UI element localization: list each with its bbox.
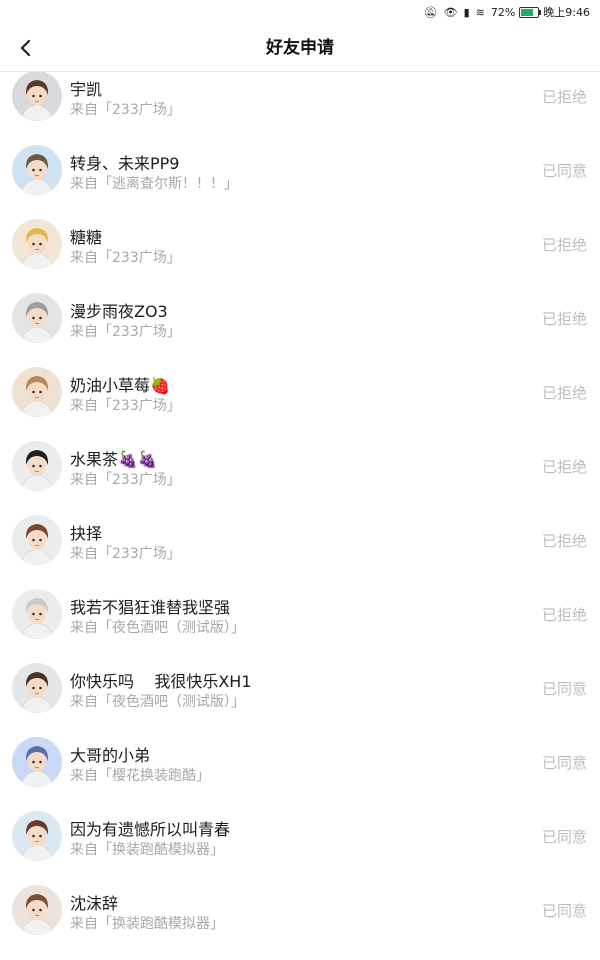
battery-percent: 72% <box>490 5 516 19</box>
request-source: 来自「樱花换装跑酷」 <box>70 768 210 784</box>
request-status: 已同意 <box>541 680 587 698</box>
request-source: 来自「换装跑酷模拟器」 <box>70 842 224 858</box>
requester-name: 大哥的小弟 <box>70 746 151 765</box>
avatar[interactable] <box>12 367 62 417</box>
request-status: 已同意 <box>541 162 587 180</box>
request-row[interactable]: 沈沫辞来自「换装跑酷模拟器」 已同意 <box>0 885 600 960</box>
avatar[interactable] <box>12 293 62 343</box>
status-bar: 🔕︎ 👁︎ ▮ ≋ 72% 晚上9:46 <box>0 0 600 24</box>
requester-name: 因为有遗憾所以叫青春 <box>70 820 231 839</box>
requester-name: 抉择 <box>70 524 103 543</box>
request-row[interactable]: 我若不猖狂谁替我坚强 来自「夜色酒吧（测试版）」 已拒绝 <box>0 589 600 664</box>
request-row[interactable]: 抉择来自「233广场」 已拒绝 <box>0 515 600 590</box>
requester-name: 奶油小草莓🍓 <box>70 376 170 395</box>
requester-name: 你快乐吗 我很快乐XH1 <box>70 672 252 691</box>
avatar[interactable] <box>12 737 62 787</box>
requester-name: 沈沫辞 <box>70 894 119 913</box>
request-status: 已拒绝 <box>541 532 587 550</box>
avatar[interactable] <box>12 515 62 565</box>
request-source: 来自「233广场」 <box>70 250 181 266</box>
requester-name: 我若不猖狂谁替我坚强 <box>70 598 231 617</box>
request-status: 已拒绝 <box>541 310 587 328</box>
request-status: 已拒绝 <box>541 606 587 624</box>
signal-icon: ▮ <box>463 5 470 19</box>
mute-icon: 🔕︎ <box>423 5 438 19</box>
request-source: 来自「233广场」 <box>70 102 181 118</box>
requester-name: 转身、未来PP9 <box>70 154 180 173</box>
request-source: 来自「233广场」 <box>70 472 181 488</box>
request-source: 来自「233广场」 <box>70 546 181 562</box>
avatar[interactable] <box>12 589 62 639</box>
request-source: 来自「逃离查尔斯！！！」 <box>70 176 238 192</box>
request-source: 来自「夜色酒吧（测试版）」 <box>70 620 245 636</box>
request-status: 已拒绝 <box>541 458 587 476</box>
request-row[interactable]: 漫步雨夜ZO3 来自「233广场」 已拒绝 <box>0 293 600 368</box>
battery-icon <box>519 6 542 18</box>
avatar[interactable] <box>12 219 62 269</box>
request-row[interactable]: 转身、未来PP9 来自「逃离查尔斯！！！」 已同意 <box>0 145 600 220</box>
avatar[interactable] <box>12 441 62 491</box>
requester-name: 水果茶🍇🍇 <box>70 450 158 469</box>
avatar[interactable] <box>12 811 62 861</box>
avatar[interactable] <box>12 885 62 935</box>
wifi-icon: ≋ <box>475 5 485 19</box>
avatar[interactable] <box>12 72 62 121</box>
request-row[interactable]: 宇凯来自「233广场」 已拒绝 <box>0 72 600 146</box>
clock: 晚上9:46 <box>543 6 590 19</box>
requester-name: 宇凯 <box>70 80 103 99</box>
request-status: 已拒绝 <box>541 236 587 254</box>
request-status: 已同意 <box>541 902 587 920</box>
requester-name: 漫步雨夜ZO3 <box>70 302 168 321</box>
requester-name: 糖糖 <box>70 228 103 247</box>
request-status: 已同意 <box>541 828 587 846</box>
request-row[interactable]: 因为有遗憾所以叫青春 来自「换装跑酷模拟器」 已同意 <box>0 811 600 886</box>
friend-request-list: 宇凯 来自「233广场」 已拒绝 转身、未来PP9 来自「逃离查尔斯！！！」 已同意 糖糖来… <box>0 72 600 960</box>
request-status: 已拒绝 <box>541 384 587 402</box>
eye-icon: 👁︎ <box>443 5 458 19</box>
header: 好友申请 <box>0 24 600 72</box>
request-source: 来自「233广场」 <box>70 324 181 340</box>
page-title: 好友申请 <box>266 38 334 58</box>
request-status: 已同意 <box>541 754 587 772</box>
request-source: 来自「233广场」 <box>70 398 181 414</box>
request-row[interactable]: 奶油小草莓🍓 来自「233广场」 已拒绝 <box>0 367 600 442</box>
request-row[interactable]: 水果茶🍇🍇 来自「233广场」 已拒绝 <box>0 441 600 516</box>
request-row[interactable]: 大哥的小弟来自「樱花换装跑酷」 已同意 <box>0 737 600 812</box>
request-row[interactable]: 糖糖来自「233广场」 已拒绝 <box>0 219 600 294</box>
request-source: 来自「换装跑酷模拟器」 <box>70 916 224 932</box>
avatar[interactable] <box>12 145 62 195</box>
request-source: 来自「夜色酒吧（测试版）」 <box>70 694 245 710</box>
avatar[interactable] <box>12 663 62 713</box>
request-status: 已拒绝 <box>541 88 587 106</box>
request-row[interactable]: 你快乐吗 我很快乐XH1 来自「夜色酒吧（测试版）」 已同意 <box>0 663 600 738</box>
